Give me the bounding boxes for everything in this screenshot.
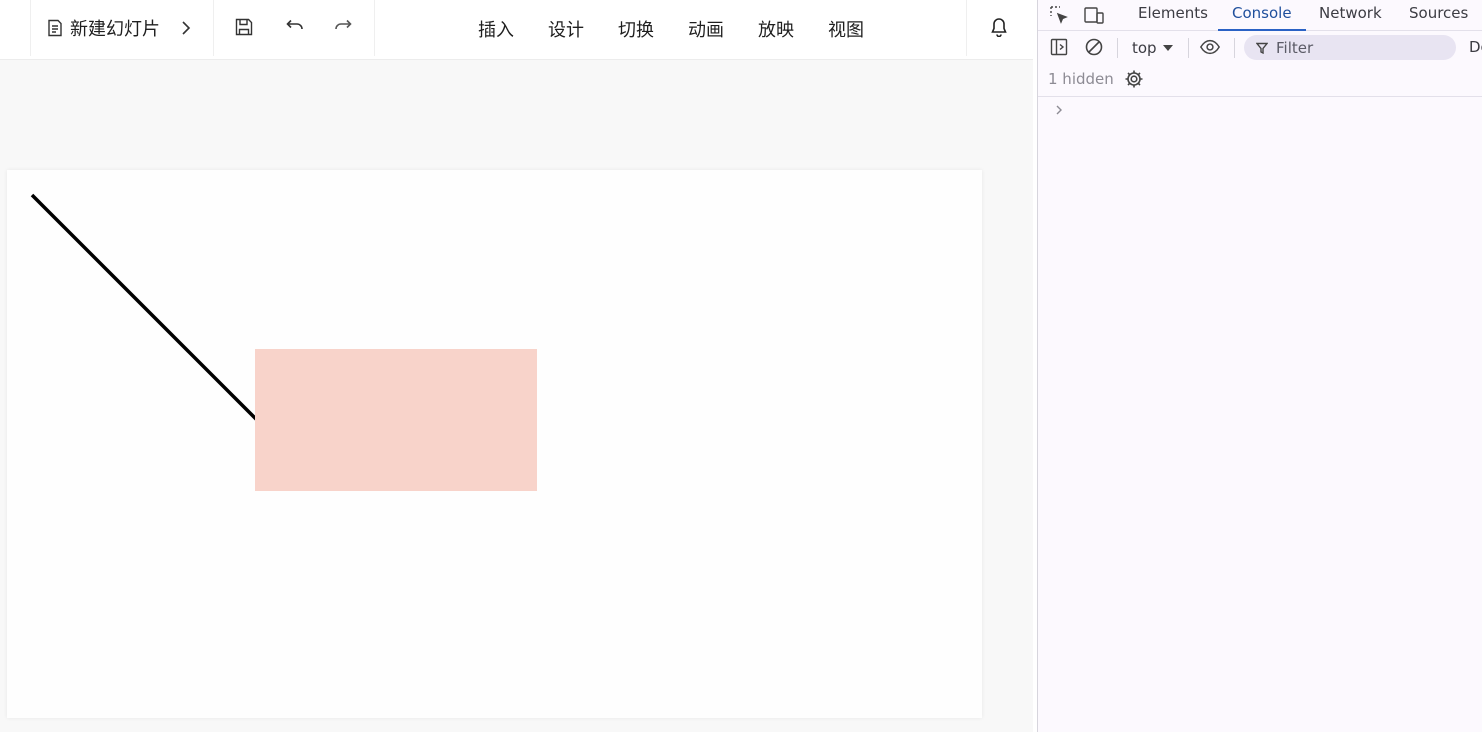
context-selector[interactable]: top [1132, 37, 1173, 59]
tab-console[interactable]: Console [1218, 0, 1306, 31]
context-label: top [1132, 39, 1157, 57]
console-prompt-chevron-icon[interactable] [1052, 101, 1066, 119]
menu-design[interactable]: 设计 [548, 16, 584, 42]
toolbar-divider [1188, 38, 1189, 58]
line-shape[interactable] [30, 193, 259, 422]
rectangle-shape[interactable] [255, 349, 537, 491]
caret-down-icon [1162, 44, 1173, 52]
inspect-element-icon[interactable] [1048, 4, 1070, 26]
console-status-bar: 1 hidden [1038, 64, 1482, 97]
chevron-right-icon[interactable] [180, 19, 192, 37]
tab-network[interactable]: Network [1305, 0, 1396, 31]
gear-icon[interactable] [1123, 68, 1145, 90]
menu-view[interactable]: 视图 [828, 16, 864, 42]
presentation-app: 新建幻灯片 插入 设计 切换 动画 放映 视图 [0, 0, 1033, 732]
toolbar-divider [1234, 38, 1235, 58]
menu-insert[interactable]: 插入 [478, 16, 514, 42]
sidebar-toggle-icon[interactable] [1048, 36, 1070, 58]
tab-elements[interactable]: Elements [1124, 0, 1222, 31]
top-toolbar: 新建幻灯片 插入 设计 切换 动画 放映 视图 [0, 0, 1033, 60]
undo-icon[interactable] [283, 16, 305, 38]
filter-placeholder: Filter [1276, 38, 1314, 57]
redo-icon[interactable] [333, 16, 355, 38]
filter-input[interactable]: Filter [1244, 35, 1456, 60]
menu-transitions[interactable]: 切换 [618, 16, 654, 42]
save-icon[interactable] [233, 16, 255, 38]
main-menu: 插入 设计 切换 动画 放映 视图 [478, 16, 864, 42]
log-levels-dropdown[interactable]: De [1469, 38, 1482, 56]
toolbar-divider [966, 0, 967, 56]
toolbar-divider [374, 0, 375, 56]
clear-console-icon[interactable] [1083, 36, 1105, 58]
document-title: 新建幻灯片 [70, 19, 160, 40]
menu-slideshow[interactable]: 放映 [758, 16, 794, 42]
filter-icon [1256, 42, 1268, 54]
tab-sources[interactable]: Sources [1395, 0, 1482, 31]
devtools-tab-bar: Elements Console Network Sources [1038, 0, 1482, 31]
console-toolbar: top Filter De [1038, 31, 1482, 64]
live-expression-eye-icon[interactable] [1199, 36, 1221, 58]
toolbar-divider [30, 0, 31, 56]
bell-icon[interactable] [988, 16, 1010, 38]
document-icon [46, 19, 64, 37]
hidden-count: 1 hidden [1048, 70, 1114, 88]
document-title-breadcrumb[interactable]: 新建幻灯片 [46, 14, 192, 42]
devtools-panel: Elements Console Network Sources top Fil… [1037, 0, 1482, 732]
toolbar-divider [1117, 38, 1118, 58]
toolbar-divider [213, 0, 214, 56]
menu-animations[interactable]: 动画 [688, 16, 724, 42]
device-toolbar-icon[interactable] [1083, 4, 1105, 26]
slide-canvas[interactable] [7, 170, 982, 718]
